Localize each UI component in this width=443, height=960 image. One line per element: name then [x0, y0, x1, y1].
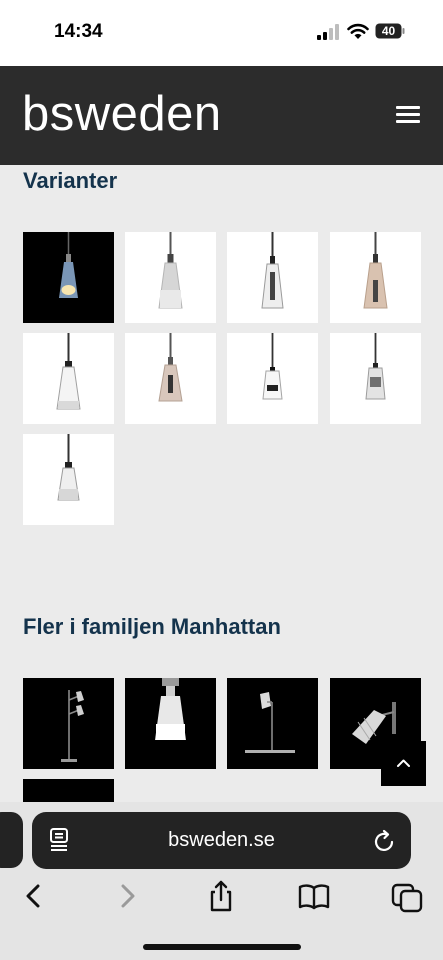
hamburger-icon	[396, 106, 420, 109]
variant-thumbnail[interactable]	[23, 434, 114, 525]
back-icon	[26, 884, 40, 908]
pendant-lamp-image	[158, 333, 183, 402]
floor-lamp-image	[61, 690, 84, 762]
family-product-thumbnail[interactable]	[23, 678, 114, 769]
reload-icon[interactable]	[373, 827, 397, 853]
hamburger-line	[396, 120, 420, 123]
forward-button[interactable]	[111, 878, 145, 914]
variant-thumbnail[interactable]	[227, 232, 318, 323]
share-button[interactable]	[204, 878, 238, 914]
family-heading: Fler i familjen Manhattan	[23, 614, 281, 639]
bookmarks-button[interactable]	[297, 878, 331, 914]
pendant-lamp-image	[155, 678, 186, 740]
wifi-icon	[347, 23, 369, 39]
bsweden-logo[interactable]: bsweden	[22, 86, 222, 142]
status-bar: 14:34 40	[0, 0, 443, 66]
pendant-lamp-image	[365, 333, 386, 400]
cellular-signal-icon	[317, 24, 339, 40]
pendant-lamp-image	[363, 232, 388, 309]
table-lamp-image	[245, 692, 295, 753]
pendant-lamp-image	[56, 333, 81, 410]
variant-thumbnail[interactable]	[125, 333, 216, 424]
tabs-icon	[391, 883, 423, 913]
variant-thumbnail[interactable]	[330, 333, 421, 424]
previous-tab-preview[interactable]	[0, 812, 23, 868]
forward-icon	[121, 884, 135, 908]
pendant-lamp-image	[59, 232, 78, 298]
pendant-lamp-image	[57, 434, 80, 501]
family-product-thumbnail[interactable]	[125, 678, 216, 769]
back-button[interactable]	[16, 878, 50, 914]
pendant-lamp-image	[262, 333, 283, 400]
battery-level: 40	[381, 24, 396, 38]
variant-thumbnail[interactable]	[23, 333, 114, 424]
family-product-thumbnail[interactable]	[23, 779, 114, 802]
home-indicator	[143, 944, 301, 950]
hamburger-line	[396, 113, 420, 116]
menu-button[interactable]	[396, 106, 422, 126]
tabs-button[interactable]	[390, 878, 424, 914]
chevron-up-icon	[397, 759, 410, 767]
battery-icon: 40	[375, 23, 405, 39]
variant-thumbnail[interactable]	[330, 232, 421, 323]
bookmarks-icon	[298, 884, 330, 910]
address-bar[interactable]: bsweden.se	[32, 812, 411, 869]
pendant-lamp-image	[158, 232, 183, 309]
variant-thumbnail[interactable]	[227, 333, 318, 424]
variant-thumbnail[interactable]	[125, 232, 216, 323]
site-header: bsweden	[0, 66, 443, 165]
status-time: 14:34	[54, 21, 103, 42]
scroll-to-top-button[interactable]	[381, 741, 426, 786]
url-text: bsweden.se	[168, 829, 275, 851]
variant-thumbnail[interactable]	[23, 232, 114, 323]
pendant-lamp-image	[261, 232, 284, 309]
family-product-thumbnail[interactable]	[227, 678, 318, 769]
share-icon	[210, 880, 232, 912]
variants-heading: Varianter	[23, 168, 118, 193]
